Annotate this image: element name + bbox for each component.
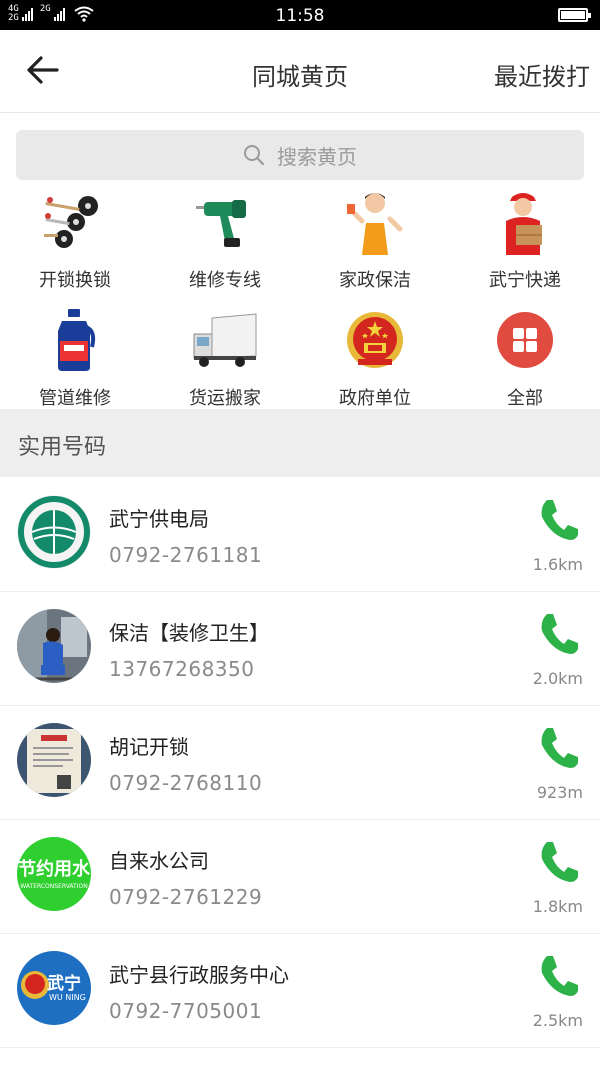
list-item[interactable]: 胡记开锁 0792-2768110 923m [0, 705, 600, 820]
wuning-logo-text: 武宁 [47, 974, 81, 994]
contact-name: 保洁【装修卫生】 [109, 621, 269, 645]
distance: 1.8km [532, 897, 583, 916]
distance: 923m [536, 783, 583, 802]
recent-calls-button[interactable]: 最近拨打 [494, 57, 590, 92]
national-emblem-icon [339, 304, 411, 376]
water-logo-subtext: WATERCONSERVATION [20, 883, 88, 890]
courier-icon [489, 186, 561, 258]
contact-phone: 13767268350 [109, 657, 255, 681]
category-label: 政府单位 [339, 388, 411, 409]
contact-name: 武宁县行政服务中心 [109, 963, 289, 987]
search-placeholder: 搜索黄页 [277, 144, 357, 169]
category-label: 开锁换锁 [39, 270, 111, 291]
contact-phone: 0792-2761181 [109, 543, 263, 567]
avatar [17, 609, 91, 683]
distance: 1.6km [532, 555, 583, 574]
housekeeper-icon [339, 186, 411, 258]
category-repair[interactable]: 维修专线 [150, 186, 300, 292]
category-label: 武宁快递 [489, 270, 561, 291]
app-header: 同城黄页 最近拨打 [0, 30, 600, 113]
list-item[interactable]: 保洁【装修卫生】 13767268350 2.0km [0, 591, 600, 706]
drill-icon [189, 186, 261, 258]
category-moving[interactable]: 货运搬家 [150, 304, 300, 410]
category-unlock[interactable]: 开锁换锁 [0, 186, 150, 292]
category-pipe-repair[interactable]: 管道维修 [0, 304, 150, 410]
contact-name: 自来水公司 [109, 849, 209, 873]
phone-icon[interactable] [538, 839, 578, 883]
truck-icon [189, 304, 261, 376]
category-label: 货运搬家 [189, 388, 261, 409]
category-government[interactable]: 政府单位 [300, 304, 450, 410]
contact-phone: 0792-2761229 [109, 885, 263, 909]
battery-icon [558, 8, 591, 22]
contact-name: 胡记开锁 [109, 735, 189, 759]
key-icon [39, 186, 111, 258]
avatar: 武宁 WU NING [17, 951, 91, 1025]
contact-phone: 0792-2768110 [109, 771, 263, 795]
phone-icon[interactable] [538, 953, 578, 997]
grid-icon [489, 304, 561, 376]
category-housekeeping[interactable]: 家政保洁 [300, 186, 450, 292]
list-item[interactable]: 武宁供电局 0792-2761181 1.6km [0, 477, 600, 592]
clock: 11:58 [275, 6, 325, 26]
category-label: 维修专线 [189, 270, 261, 291]
status-bar: 4G 2G 2G 11:58 [0, 0, 600, 30]
wuning-logo-subtext: WU NING [49, 993, 86, 1002]
category-all[interactable]: 全部 [450, 304, 600, 410]
category-label: 管道维修 [39, 388, 111, 409]
water-logo-text: 节约用水 [18, 859, 90, 880]
section-title: 实用号码 [18, 435, 107, 460]
phone-icon[interactable] [538, 611, 578, 655]
search-icon [244, 145, 265, 166]
distance: 2.5km [532, 1011, 583, 1030]
list-item[interactable]: 武宁 WU NING 武宁县行政服务中心 0792-7705001 2.5km [0, 933, 600, 1048]
category-label: 家政保洁 [339, 270, 411, 291]
avatar [17, 723, 91, 797]
section-header: 实用号码 [0, 409, 600, 477]
pipe-cleaner-icon [39, 304, 111, 376]
contact-name: 武宁供电局 [109, 507, 209, 531]
search-bar[interactable]: 搜索黄页 [16, 130, 584, 180]
distance: 2.0km [532, 669, 583, 688]
avatar [17, 495, 91, 569]
phone-icon[interactable] [538, 497, 578, 541]
avatar: 节约用水 WATERCONSERVATION [17, 837, 91, 911]
list-item[interactable]: 节约用水 WATERCONSERVATION 自来水公司 0792-276122… [0, 819, 600, 934]
contact-phone: 0792-7705001 [109, 999, 263, 1023]
phone-icon[interactable] [538, 725, 578, 769]
category-express[interactable]: 武宁快递 [450, 186, 600, 292]
category-label: 全部 [507, 388, 543, 409]
